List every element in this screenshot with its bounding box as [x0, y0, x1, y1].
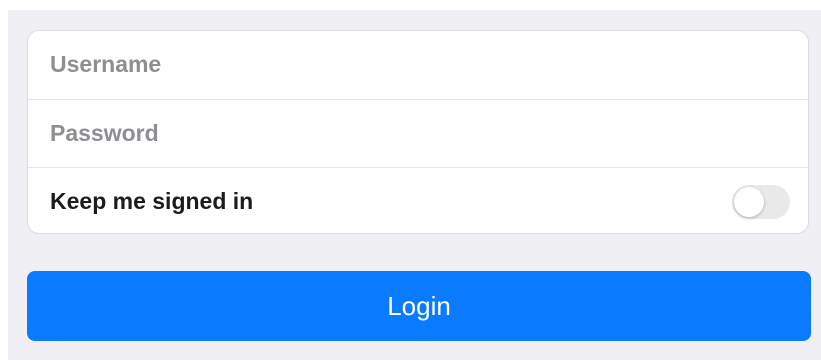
- password-input[interactable]: [50, 100, 790, 167]
- username-row: [28, 31, 808, 99]
- login-form-card: Keep me signed in: [27, 30, 809, 234]
- login-button[interactable]: Login: [27, 271, 811, 341]
- keep-signed-in-toggle[interactable]: [732, 185, 790, 219]
- password-row: [28, 99, 808, 167]
- keep-signed-in-row: Keep me signed in: [28, 167, 808, 233]
- keep-signed-in-label: Keep me signed in: [50, 188, 254, 214]
- login-panel: Keep me signed in Login: [8, 10, 821, 360]
- username-input[interactable]: [50, 31, 790, 98]
- toggle-knob: [734, 187, 764, 217]
